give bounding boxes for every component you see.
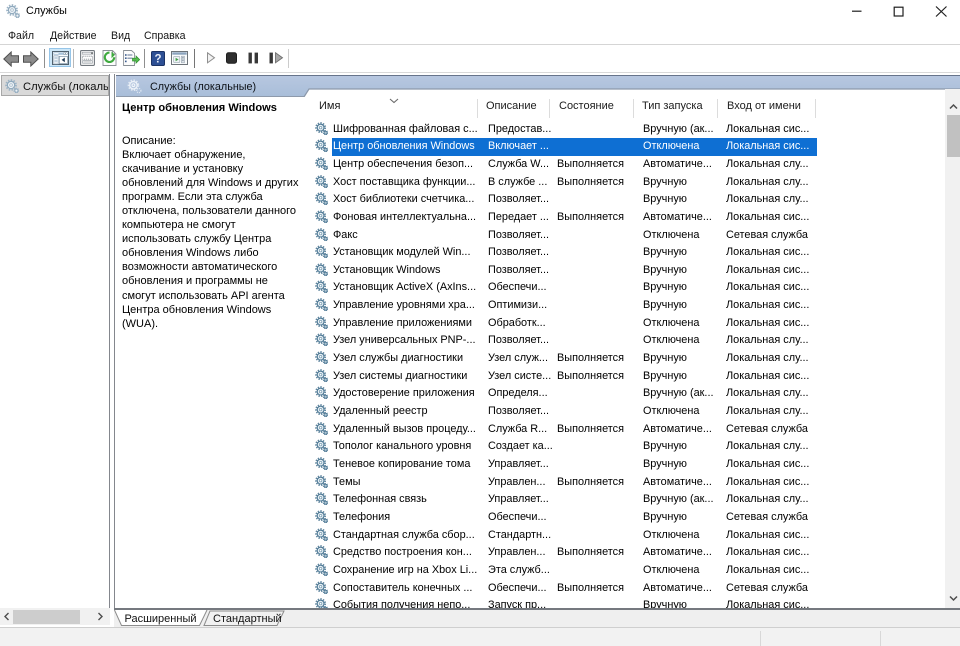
svg-text:Стандартный: Стандартный xyxy=(213,613,282,625)
svg-text:?: ? xyxy=(154,53,161,65)
svg-text:Расширенный: Расширенный xyxy=(125,613,197,625)
